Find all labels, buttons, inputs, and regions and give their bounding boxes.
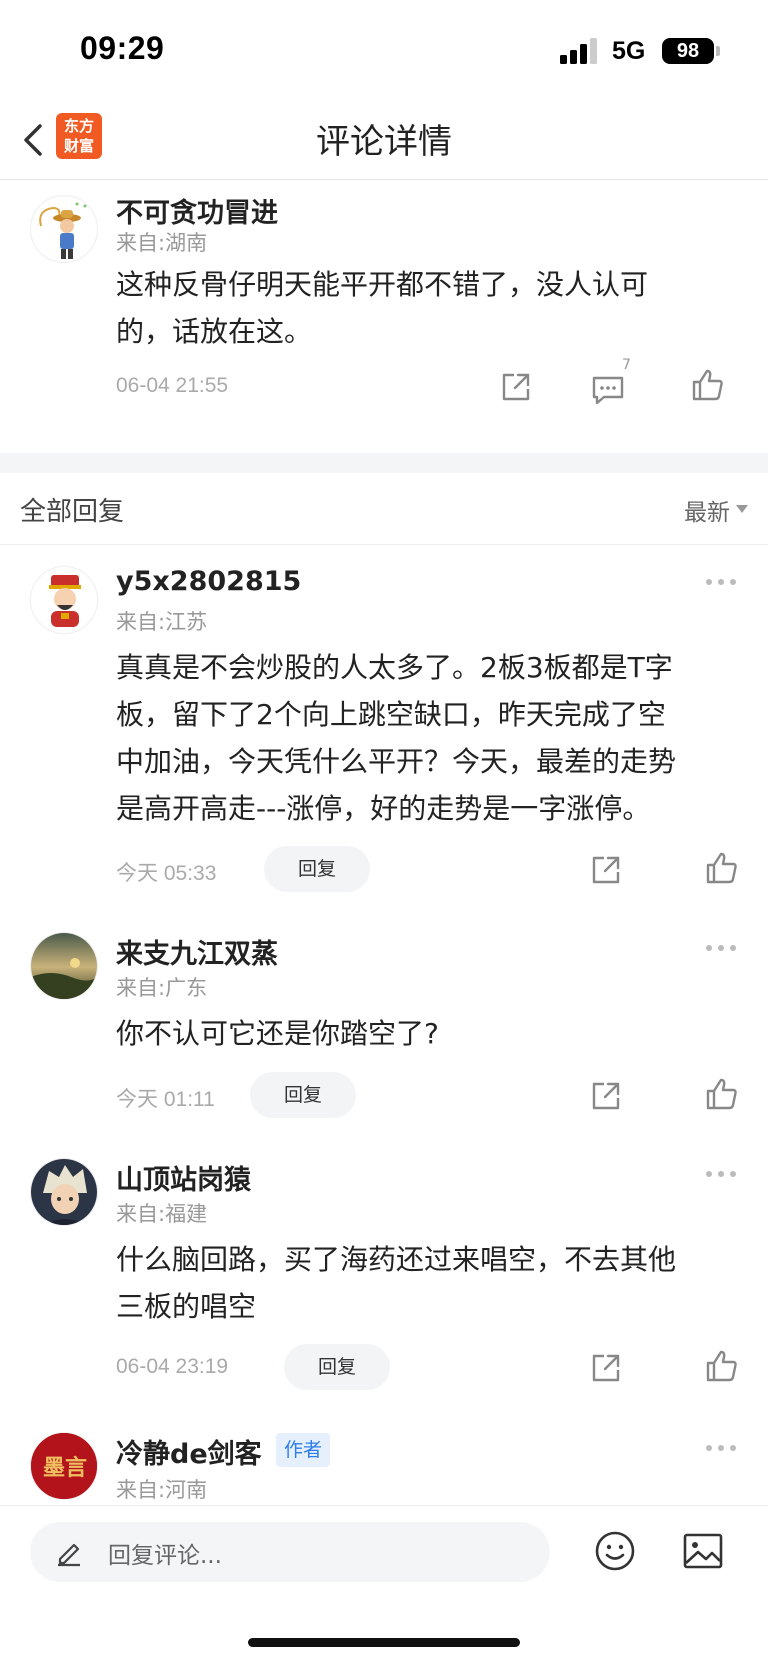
avatar[interactable] [30,1158,98,1226]
comment-content: 这种反骨仔明天能平开都不错了，没人认可 的，话放在这。 [116,261,736,355]
main-comment: 不可贪功冒进 来自:湖南 这种反骨仔明天能平开都不错了，没人认可 的，话放在这。… [0,181,768,453]
reply-location: 来自:福建 [116,1202,208,1226]
input-placeholder: 回复评论... [108,1543,222,1569]
like-icon[interactable] [704,850,740,886]
share-icon[interactable] [588,1078,624,1114]
image-icon[interactable] [682,1532,724,1570]
more-options-icon[interactable] [704,942,738,954]
avatar[interactable] [30,932,98,1000]
more-options-icon[interactable] [704,1442,738,1454]
nav-header: 评论详情 东方 财富 [0,100,768,180]
more-options-icon[interactable] [704,1168,738,1180]
logo-line-2: 财富 [63,137,94,155]
fortune-god-avatar-icon [49,575,81,627]
bottom-input-bar: 回复评论... [0,1505,768,1663]
author-badge: 作者 [276,1433,331,1467]
reply-author-name[interactable]: y5x2802815 [116,566,301,597]
replies-header: 全部回复 最新 [0,473,768,545]
reply-input[interactable]: 回复评论... [30,1522,550,1582]
signal-icon [560,38,597,64]
reply-line: 板，留下了2个向上跳空缺口，昨天完成了空 [116,698,666,731]
share-icon[interactable] [498,369,534,405]
landscape-avatar-icon [31,933,97,999]
like-icon[interactable] [690,367,726,403]
battery-tip [716,46,720,56]
calligraphy-avatar-icon: 墨言 [31,1433,97,1499]
emoji-icon[interactable] [594,1530,636,1572]
reply-location: 来自:广东 [116,976,208,1000]
reply-location: 来自:河南 [116,1478,208,1502]
reply-button[interactable]: 回复 [264,846,370,892]
section-divider [0,453,768,473]
comment-line: 这种反骨仔明天能平开都不错了，没人认可 [116,268,649,301]
reply-content: 你不认可它还是你踏空了? [116,1010,746,1057]
avatar[interactable] [30,566,98,634]
anime-character-avatar-icon [31,1159,97,1225]
status-time: 09:29 [80,30,165,66]
reply-author-name[interactable]: 冷静de剑客 [116,1432,262,1471]
page-title: 评论详情 [316,122,452,162]
status-bar: 09:29 5G 98 [0,0,768,100]
like-icon[interactable] [704,1348,740,1384]
share-icon[interactable] [588,852,624,888]
sort-dropdown[interactable]: 最新 [684,493,730,527]
network-type: 5G [612,37,646,65]
reply-content: 什么脑回路，买了海药还过来唱空，不去其他 三板的唱空 [116,1236,746,1330]
reply-content: 真真是不会炒股的人太多了。2板3板都是T字 板，留下了2个向上跳空缺口，昨天完成… [116,644,746,832]
reply-timestamp: 今天 01:11 [116,1088,215,1111]
avatar[interactable] [30,195,98,263]
comment-icon[interactable] [590,371,626,407]
commenter-name[interactable]: 不可贪功冒进 [116,191,278,230]
comment-timestamp: 06-04 21:55 [116,374,229,397]
reply-location: 来自:江苏 [116,610,208,634]
reply-line: 是高开高走---涨停，好的走势是一字涨停。 [116,792,651,825]
battery-indicator: 98 [662,38,714,64]
back-arrow-icon[interactable] [16,118,52,162]
reply-author-name[interactable]: 来支九江双蒸 [116,932,278,971]
reply-count: 7 [622,357,631,373]
comment-line: 的，话放在这。 [116,315,313,348]
more-options-icon[interactable] [704,576,738,588]
reply-line: 你不认可它还是你踏空了? [116,1017,439,1050]
pencil-icon [58,1543,80,1567]
dropdown-arrow-icon[interactable] [736,505,748,513]
reply-timestamp: 06-04 23:19 [116,1355,229,1378]
like-icon[interactable] [704,1076,740,1112]
cowboy-avatar-icon [39,202,87,259]
commenter-location: 来自:湖南 [116,231,208,255]
home-indicator [248,1638,520,1647]
reply-line: 三板的唱空 [116,1290,257,1323]
share-icon[interactable] [588,1350,624,1386]
reply-line: 中加油，今天凭什么平开？今天，最差的走势 [116,745,677,778]
app-logo[interactable]: 东方 财富 [56,113,102,159]
reply-line: 真真是不会炒股的人太多了。2板3板都是T字 [116,651,673,684]
reply-button[interactable]: 回复 [284,1344,390,1390]
logo-line-1: 东方 [63,117,94,135]
reply-timestamp: 今天 05:33 [116,862,217,885]
reply-author-name[interactable]: 山顶站岗猿 [116,1158,251,1197]
avatar[interactable]: 墨言 [30,1432,98,1500]
all-replies-label: 全部回复 [20,497,125,527]
avatar-calligraphy-text: 墨言 [43,1455,87,1481]
reply-button[interactable]: 回复 [250,1072,356,1118]
reply-line: 什么脑回路，买了海药还过来唱空，不去其他 [116,1243,677,1276]
